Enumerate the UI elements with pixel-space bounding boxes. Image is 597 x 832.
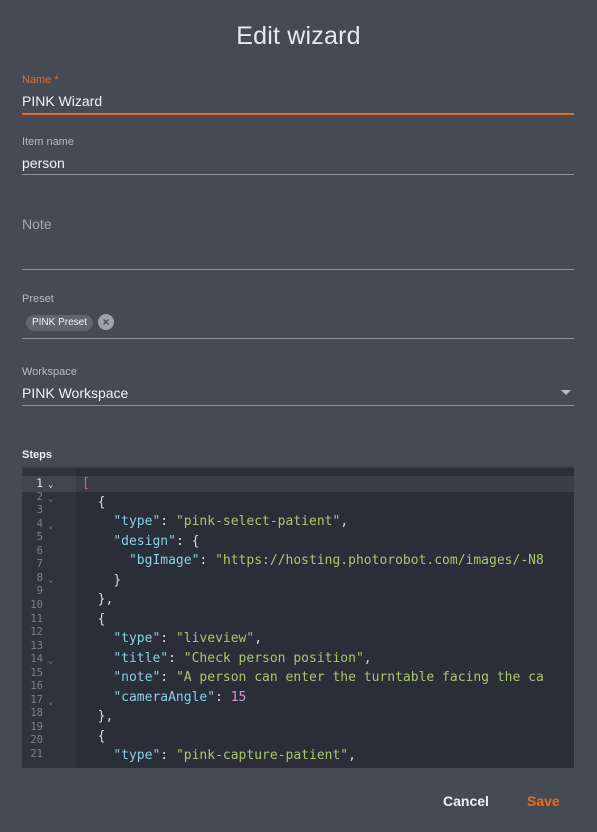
fold-chevron-icon[interactable]: ⌄ <box>48 574 53 587</box>
line-number: 5 <box>36 531 43 544</box>
code-line-5[interactable]: "bgImage": "https://hosting.photorobot.c… <box>82 553 544 569</box>
code-line-4[interactable]: "design": { <box>82 534 199 550</box>
brace: }, <box>97 709 114 724</box>
name-field-underline <box>22 113 574 115</box>
fold-chevron-icon[interactable]: ⌄ <box>48 655 53 668</box>
json-string: "pink-select-patient" <box>175 514 341 529</box>
line-number: 2 <box>36 490 43 503</box>
workspace-value[interactable]: PINK Workspace <box>22 385 128 401</box>
name-field-label: Name * <box>22 74 59 86</box>
line-number: 19 <box>30 720 43 733</box>
fold-chevron-icon[interactable]: ⌄ <box>48 493 53 506</box>
json-key: "bgImage" <box>128 553 200 568</box>
steps-code-editor[interactable]: 1 ⌄ 2 ⌄ 3 4 ⌄ 5 6 7 8 ⌄ 9 10 11 12 13 14 ⌄ 15 16 17 ⌄ 18 19 20 21 … <box>22 466 574 768</box>
brace: { <box>97 612 106 627</box>
json-number: 15 <box>230 690 247 705</box>
line-number: 9 <box>36 585 43 598</box>
json-key: "cameraAngle" <box>113 690 216 705</box>
line-number: 20 <box>30 734 43 747</box>
brace: } <box>113 573 122 588</box>
line-number: 3 <box>36 504 43 517</box>
code-line-15[interactable]: "type": "pink-capture-patient", <box>82 748 356 764</box>
caret-down-icon[interactable] <box>561 390 571 395</box>
json-string: "Check person position" <box>183 651 364 666</box>
line-number: 1 <box>36 476 43 490</box>
cancel-button[interactable]: Cancel <box>443 793 489 809</box>
line-number: 21 <box>30 748 43 760</box>
bracket: [ <box>82 476 90 491</box>
preset-label: Preset <box>22 293 54 305</box>
line-number: 12 <box>30 626 43 639</box>
line-number: 8 <box>36 571 43 584</box>
json-key: "type" <box>113 514 161 529</box>
item-name-field[interactable]: Item name person <box>22 136 574 176</box>
line-number: 14 <box>30 653 43 666</box>
brace: }, <box>97 592 114 607</box>
json-string: "liveview" <box>175 631 255 646</box>
code-line-9[interactable]: "type": "liveview", <box>82 631 262 647</box>
code-line-2[interactable]: { <box>82 495 106 511</box>
code-line-12[interactable]: "cameraAngle": 15 <box>82 690 246 706</box>
json-key: "design" <box>113 534 176 549</box>
active-line-highlight <box>22 476 574 492</box>
json-key: "type" <box>113 631 161 646</box>
workspace-label: Workspace <box>22 366 77 378</box>
line-number: 6 <box>36 544 43 557</box>
name-input[interactable]: PINK Wizard <box>22 93 102 109</box>
preset-chip[interactable]: PINK Preset <box>26 315 94 331</box>
code-line-3[interactable]: "type": "pink-select-patient", <box>82 514 348 530</box>
line-number: 4 <box>36 517 43 530</box>
workspace-underline <box>22 405 574 406</box>
save-button[interactable]: Save <box>527 793 560 809</box>
code-line-10[interactable]: "title": "Check person position", <box>82 651 371 667</box>
workspace-select[interactable]: Workspace PINK Workspace <box>22 366 574 408</box>
line-number: 15 <box>30 666 43 679</box>
note-field[interactable]: Note <box>22 214 574 272</box>
json-key: "type" <box>113 748 161 763</box>
item-name-label: Item name <box>22 136 74 148</box>
json-string: "A person can enter the turntable facing… <box>175 670 544 685</box>
code-line-1[interactable]: [ <box>82 476 90 492</box>
steps-label: Steps <box>22 449 52 461</box>
fold-chevron-icon[interactable]: ⌄ <box>48 479 53 492</box>
item-name-input[interactable]: person <box>22 155 65 171</box>
note-input[interactable]: Note <box>22 216 52 232</box>
preset-field[interactable]: Preset PINK Preset × <box>22 293 574 341</box>
json-key: "note" <box>113 670 161 685</box>
line-number: 7 <box>36 558 43 571</box>
dialog-title: Edit wizard <box>236 22 361 50</box>
item-name-underline <box>22 174 574 175</box>
fold-chevron-icon[interactable]: ⌄ <box>48 520 53 533</box>
json-key: "title" <box>113 651 169 666</box>
edit-wizard-dialog: Edit wizard Name * PINK Wizard Item name… <box>0 0 597 832</box>
json-string: "pink-capture-patient" <box>175 748 349 763</box>
line-number: 11 <box>30 612 43 625</box>
code-line-14[interactable]: { <box>82 729 106 745</box>
code-line-11[interactable]: "note": "A person can enter the turntabl… <box>82 670 544 686</box>
brace: { <box>97 729 106 744</box>
line-number: 17 <box>30 693 43 706</box>
line-number: 10 <box>30 598 43 611</box>
note-underline <box>22 269 574 270</box>
close-circle-icon[interactable]: × <box>98 314 114 330</box>
fold-chevron-icon[interactable]: ⌄ <box>48 696 53 709</box>
preset-underline <box>22 338 574 339</box>
brace: { <box>97 495 106 510</box>
name-field[interactable]: Name * PINK Wizard <box>22 74 574 116</box>
json-string: "https://hosting.photorobot.com/images/-… <box>215 553 544 568</box>
code-line-8[interactable]: { <box>82 612 106 628</box>
code-line-7[interactable]: }, <box>82 592 114 608</box>
line-number: 18 <box>30 707 43 720</box>
line-number: 16 <box>30 680 43 693</box>
code-line-13[interactable]: }, <box>82 709 114 725</box>
line-number: 13 <box>30 639 43 652</box>
code-line-6[interactable]: } <box>82 573 121 589</box>
